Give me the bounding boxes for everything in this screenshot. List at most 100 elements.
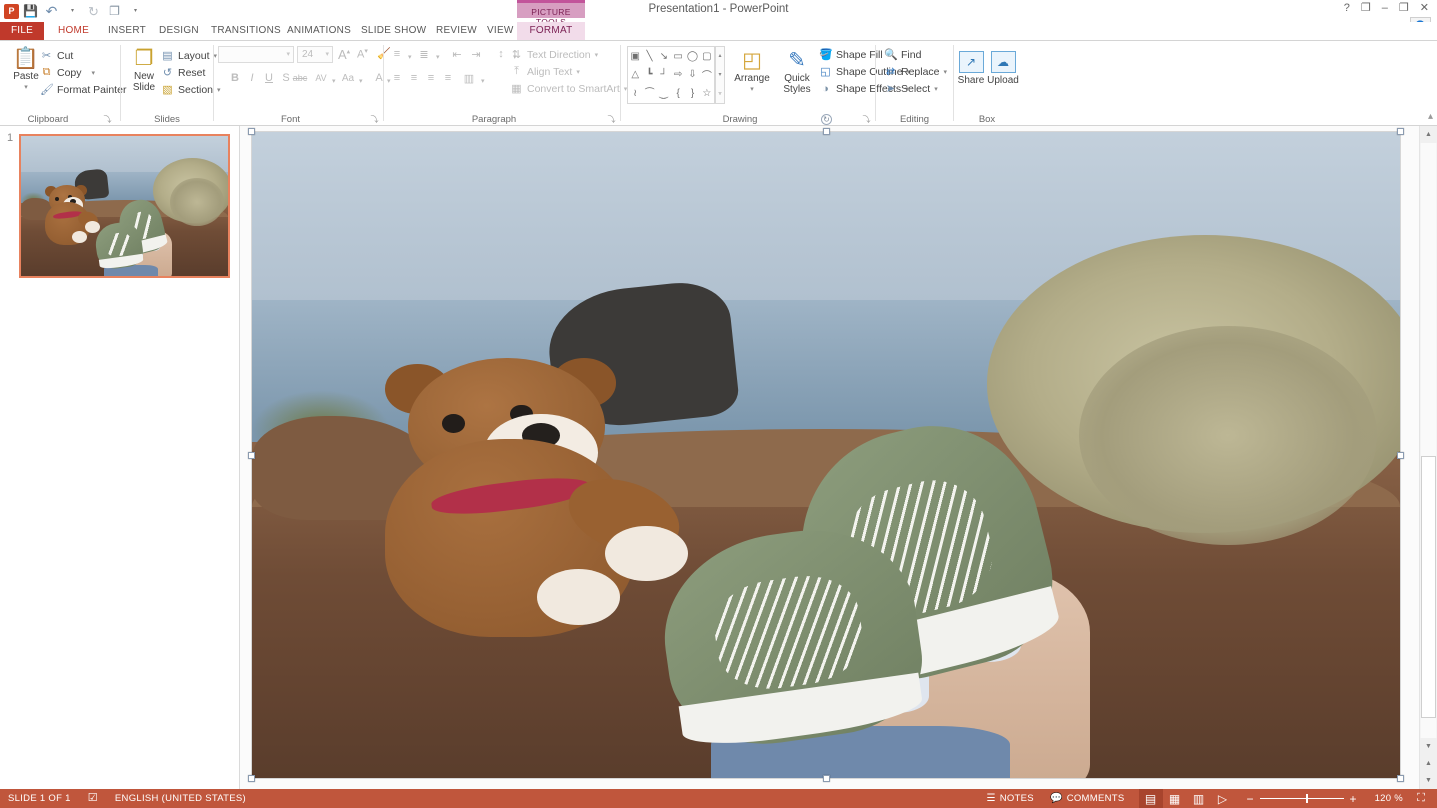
slide-count-label[interactable]: SLIDE 1 OF 1: [0, 789, 79, 808]
reset-button[interactable]: ↺ Reset: [161, 65, 205, 80]
layout-button[interactable]: ▤ Layout ▾: [161, 48, 217, 63]
collapse-ribbon-button[interactable]: ▴: [1428, 111, 1433, 122]
shape-item[interactable]: {: [671, 84, 685, 103]
character-spacing-caret-icon[interactable]: ▾: [332, 77, 336, 85]
shape-item[interactable]: ⏜: [642, 84, 656, 103]
shape-item[interactable]: ┘: [657, 66, 671, 85]
zoom-thumb[interactable]: [1306, 794, 1308, 803]
language-label[interactable]: ENGLISH (UNITED STATES): [107, 789, 254, 808]
arrange-button[interactable]: ◰ Arrange ▾: [731, 49, 773, 95]
gallery-more-icon[interactable]: ▿: [718, 85, 721, 103]
italic-button[interactable]: I: [245, 72, 259, 84]
help-icon[interactable]: ?: [1344, 2, 1350, 14]
drawing-dialog-launcher[interactable]: ⤵: [862, 115, 871, 124]
align-right-button[interactable]: ≡: [424, 72, 438, 84]
justify-button[interactable]: ≡: [441, 72, 455, 84]
shape-item[interactable]: ☆: [700, 84, 714, 103]
shapes-gallery-scrollbar[interactable]: ▴ ▾ ▿: [715, 46, 725, 104]
resize-handle-sw[interactable]: [248, 775, 255, 782]
columns-button[interactable]: ▥: [462, 72, 476, 85]
cut-button[interactable]: ✂ Cut: [40, 48, 73, 63]
zoom-slider[interactable]: − +: [1235, 793, 1369, 805]
numbering-button[interactable]: ≣: [417, 48, 431, 61]
resize-handle-n[interactable]: [823, 128, 830, 135]
tab-animations[interactable]: ANIMATIONS: [277, 22, 361, 40]
zoom-in-button[interactable]: +: [1344, 793, 1363, 805]
font-size-caret-icon[interactable]: ▾: [325, 50, 329, 58]
decrease-indent-button[interactable]: ⇤: [450, 48, 464, 61]
shape-item[interactable]: ╲: [642, 47, 656, 66]
replace-caret-icon[interactable]: ▾: [944, 68, 948, 76]
arrange-caret-icon[interactable]: ▾: [750, 84, 754, 95]
numbering-caret-icon[interactable]: ▾: [436, 53, 440, 61]
resize-handle-ne[interactable]: [1397, 128, 1404, 135]
bold-button[interactable]: B: [228, 72, 242, 84]
slide-picture[interactable]: [252, 132, 1400, 778]
box-share-button[interactable]: ↗ Share: [955, 51, 987, 86]
previous-slide-button[interactable]: ▲: [1420, 755, 1437, 772]
text-direction-caret-icon[interactable]: ▾: [595, 51, 599, 59]
slide-show-button[interactable]: ▷: [1211, 789, 1235, 808]
scroll-up-button[interactable]: ▲: [1420, 126, 1437, 143]
slide-thumbnail-1[interactable]: [19, 134, 230, 278]
shape-item[interactable]: ⇨: [671, 66, 685, 85]
shape-item[interactable]: ▢: [700, 47, 714, 66]
change-case-button[interactable]: Aa: [338, 73, 358, 84]
zoom-track[interactable]: [1260, 798, 1344, 799]
ribbon-display-options-icon[interactable]: ❐: [1361, 1, 1371, 14]
new-slide-button[interactable]: ❐ New Slide: [123, 47, 165, 93]
font-name-caret-icon[interactable]: ▾: [286, 50, 290, 58]
select-button[interactable]: ➤ Select ▾: [884, 81, 938, 96]
slide-canvas[interactable]: ↻: [251, 131, 1401, 779]
close-button[interactable]: ✕: [1420, 1, 1429, 14]
increase-indent-button[interactable]: ⇥: [469, 48, 483, 61]
fit-to-window-button[interactable]: ⛶: [1409, 789, 1433, 808]
select-caret-icon[interactable]: ▾: [934, 85, 938, 93]
tab-slide-show[interactable]: SLIDE SHOW: [351, 22, 436, 40]
spell-check-icon[interactable]: ☑: [84, 789, 102, 808]
font-dialog-launcher[interactable]: ⤵: [370, 115, 379, 124]
text-direction-button[interactable]: ⇅ Text Direction ▾: [510, 47, 598, 62]
resize-handle-s[interactable]: [823, 775, 830, 782]
convert-to-smartart-button[interactable]: ▦ Convert to SmartArt ▾: [510, 81, 627, 96]
copy-caret-icon[interactable]: ▾: [92, 69, 96, 77]
shape-item[interactable]: }: [685, 84, 699, 103]
slide-thumbnail-pane[interactable]: 1: [0, 126, 240, 789]
shape-item[interactable]: △: [628, 66, 642, 85]
shape-item[interactable]: ≀: [628, 84, 642, 103]
next-slide-button[interactable]: ▼: [1420, 772, 1437, 789]
zoom-out-button[interactable]: −: [1241, 793, 1260, 805]
slide-sorter-view-button[interactable]: ▦: [1163, 789, 1187, 808]
resize-handle-se[interactable]: [1397, 775, 1404, 782]
clipboard-dialog-launcher[interactable]: ⤵: [103, 115, 112, 124]
quick-styles-button[interactable]: ✎ Quick Styles: [775, 49, 819, 95]
notes-button[interactable]: ☰ NOTES: [978, 789, 1042, 808]
comments-button[interactable]: 💬 COMMENTS: [1042, 789, 1133, 808]
underline-button[interactable]: U: [262, 72, 276, 84]
tab-home[interactable]: HOME: [48, 22, 99, 40]
bullets-button[interactable]: ≡: [390, 48, 404, 60]
paragraph-dialog-launcher[interactable]: ⤵: [607, 115, 616, 124]
font-name-input[interactable]: ▾: [218, 46, 294, 63]
vertical-scrollbar[interactable]: ▲ ▼ ▲ ▼: [1419, 126, 1437, 789]
resize-handle-nw[interactable]: [248, 128, 255, 135]
shapes-gallery[interactable]: ▣ ╲ ↘ ▭ ◯ ▢ △ ┗ ┘ ⇨ ⇩ ⌒ ≀ ⏜ ⏝ { } ☆: [627, 46, 715, 104]
shape-item[interactable]: ┗: [642, 66, 656, 85]
minimize-button[interactable]: –: [1382, 2, 1388, 14]
shape-item[interactable]: ⏝: [657, 84, 671, 103]
strikethrough-button[interactable]: abc: [290, 73, 310, 83]
align-center-button[interactable]: ≡: [407, 72, 421, 84]
gallery-scroll-up-icon[interactable]: ▴: [718, 47, 721, 65]
align-left-button[interactable]: ≡: [390, 72, 404, 84]
change-case-caret-icon[interactable]: ▾: [359, 77, 363, 85]
line-spacing-button[interactable]: ↕: [494, 48, 508, 60]
shape-item[interactable]: ◯: [685, 47, 699, 66]
rotation-handle[interactable]: ↻: [821, 114, 832, 125]
tab-insert[interactable]: INSERT: [98, 22, 156, 40]
character-spacing-button[interactable]: AV: [311, 73, 331, 83]
reading-view-button[interactable]: ▥: [1187, 789, 1211, 808]
scroll-down-button[interactable]: ▼: [1420, 738, 1437, 755]
restore-button[interactable]: ❐: [1399, 1, 1409, 14]
box-upload-button[interactable]: ☁ Upload: [987, 51, 1019, 86]
resize-handle-w[interactable]: [248, 452, 255, 459]
